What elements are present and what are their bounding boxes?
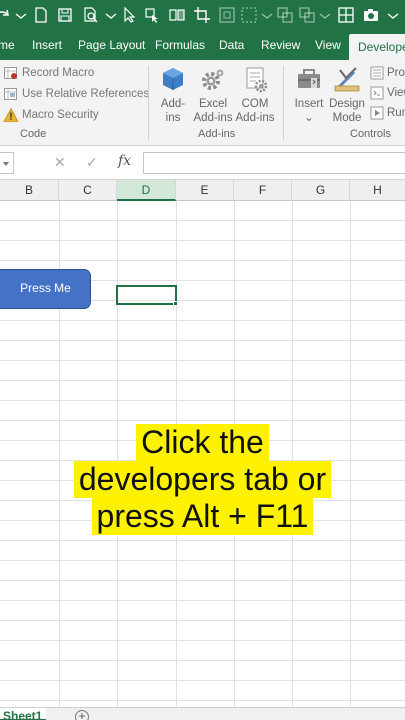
- active-cell-d[interactable]: [116, 285, 177, 305]
- tab-developer[interactable]: Develope: [349, 34, 405, 60]
- cancel-entry-button[interactable]: ✕: [54, 154, 66, 171]
- bring-forward-icon[interactable]: [276, 6, 294, 24]
- record-macro-button[interactable]: Record Macro: [3, 63, 94, 83]
- save-icon[interactable]: [56, 6, 74, 24]
- macro-security-label: Macro Security: [22, 109, 99, 121]
- com-add-ins-button[interactable]: COM Add-ins: [233, 66, 277, 125]
- excel-add-ins-label-2: Add-ins: [193, 112, 233, 124]
- view-code-icon: [369, 85, 385, 101]
- group-icon[interactable]: [240, 6, 258, 24]
- camera-icon[interactable]: [362, 6, 380, 24]
- fill-handle[interactable]: [173, 301, 178, 306]
- tab-data[interactable]: Data: [219, 31, 244, 60]
- add-ins-group-label: Add-ins: [198, 128, 236, 140]
- excel-add-ins-button[interactable]: Excel Add-ins: [191, 66, 235, 125]
- macro-security-button[interactable]: Macro Security: [3, 105, 99, 125]
- excel-add-ins-label-1: Excel: [198, 98, 228, 110]
- tab-view[interactable]: View: [315, 31, 341, 60]
- ribbon-tabs: me Insert Page Layout Formulas Data Revi…: [0, 31, 405, 60]
- record-macro-label: Record Macro: [22, 67, 95, 79]
- name-box[interactable]: [0, 152, 14, 174]
- tab-review[interactable]: Review: [261, 31, 300, 60]
- table-grid-icon[interactable]: [337, 6, 355, 24]
- crop-icon[interactable]: [193, 6, 211, 24]
- quick-access-toolbar: [0, 0, 405, 31]
- tab-insert[interactable]: Insert: [32, 31, 62, 60]
- column-header-b[interactable]: B: [0, 180, 59, 201]
- formula-bar: ✕ ✓ fx: [0, 146, 405, 180]
- column-header-g[interactable]: G: [292, 180, 350, 201]
- properties-icon: [369, 65, 385, 81]
- relative-references-icon: [3, 86, 19, 102]
- properties-label: Prop: [387, 67, 405, 79]
- dropdown-icon[interactable]: [316, 6, 334, 24]
- design-mode-icon: [332, 66, 362, 94]
- format-icon[interactable]: [168, 6, 186, 24]
- tab-home[interactable]: me: [0, 31, 15, 60]
- caption-line-3: press Alt + F11: [91, 498, 314, 535]
- tab-formulas[interactable]: Formulas: [155, 31, 205, 60]
- column-header-h[interactable]: H: [350, 180, 405, 201]
- column-header-e[interactable]: E: [176, 180, 234, 201]
- align-icon[interactable]: [218, 6, 236, 24]
- add-ins-button[interactable]: Add- ins: [151, 66, 195, 125]
- send-backward-icon[interactable]: [298, 6, 316, 24]
- code-group-label: Code: [20, 128, 47, 140]
- caption-line-2: developers tab or: [73, 461, 332, 498]
- run-dialog-label: Run: [387, 107, 405, 119]
- dropdown-icon[interactable]: [12, 6, 30, 24]
- ribbon-separator: [283, 66, 284, 140]
- view-code-label: View: [387, 87, 405, 99]
- add-sheet-button[interactable]: +: [75, 710, 89, 720]
- dropdown-icon[interactable]: [384, 6, 402, 24]
- column-header-d[interactable]: D: [117, 180, 176, 201]
- caption-line-1: Click the: [136, 424, 269, 461]
- new-file-icon[interactable]: [32, 6, 50, 24]
- press-me-button[interactable]: Press Me: [0, 269, 91, 309]
- gear-icon: [198, 66, 228, 94]
- tab-page-layout[interactable]: Page Layout: [78, 31, 145, 60]
- insert-function-button[interactable]: fx: [118, 153, 131, 169]
- dropdown-icon[interactable]: [102, 6, 120, 24]
- relative-references-label: Use Relative References: [22, 88, 150, 100]
- record-macro-icon: [3, 65, 19, 81]
- column-header-f[interactable]: F: [234, 180, 292, 201]
- instruction-caption: Click the developers tab or press Alt + …: [0, 424, 405, 535]
- properties-button[interactable]: Prop: [369, 65, 405, 81]
- cursor-icon[interactable]: [120, 6, 138, 24]
- add-ins-label-1: Add-: [160, 98, 186, 110]
- sheet-tab-sheet1[interactable]: Sheet1: [0, 708, 46, 720]
- view-code-button[interactable]: View: [369, 85, 405, 101]
- select-objects-icon[interactable]: [143, 6, 161, 24]
- run-dialog-button[interactable]: Run: [369, 105, 405, 121]
- dropdown-icon[interactable]: [258, 6, 276, 24]
- design-mode-label-1: Design: [329, 98, 365, 110]
- com-add-ins-label-2: Add-ins: [235, 112, 275, 124]
- design-mode-label-2: Mode: [332, 112, 362, 124]
- confirm-entry-button[interactable]: ✓: [86, 154, 98, 171]
- sheet-tab-bar: Sheet1 +: [0, 707, 405, 720]
- use-relative-references-button[interactable]: Use Relative References: [3, 84, 149, 104]
- controls-group-label: Controls: [350, 128, 391, 140]
- com-add-ins-icon: [240, 66, 270, 94]
- formula-input[interactable]: [143, 152, 405, 174]
- com-add-ins-label-1: COM: [241, 98, 269, 110]
- redo-icon[interactable]: [0, 6, 12, 24]
- add-ins-label-2: ins: [165, 112, 181, 124]
- ribbon: Record Macro Use Relative References Mac…: [0, 60, 405, 146]
- design-mode-button[interactable]: Design Mode: [325, 66, 369, 125]
- column-header-c[interactable]: C: [59, 180, 117, 201]
- add-ins-icon: [158, 66, 188, 94]
- ribbon-separator: [148, 66, 149, 140]
- name-box-dropdown-icon: [3, 162, 9, 166]
- toolbox-icon: [294, 66, 324, 94]
- warning-icon: [3, 107, 19, 123]
- print-preview-icon[interactable]: [82, 6, 100, 24]
- run-dialog-icon: [369, 105, 385, 121]
